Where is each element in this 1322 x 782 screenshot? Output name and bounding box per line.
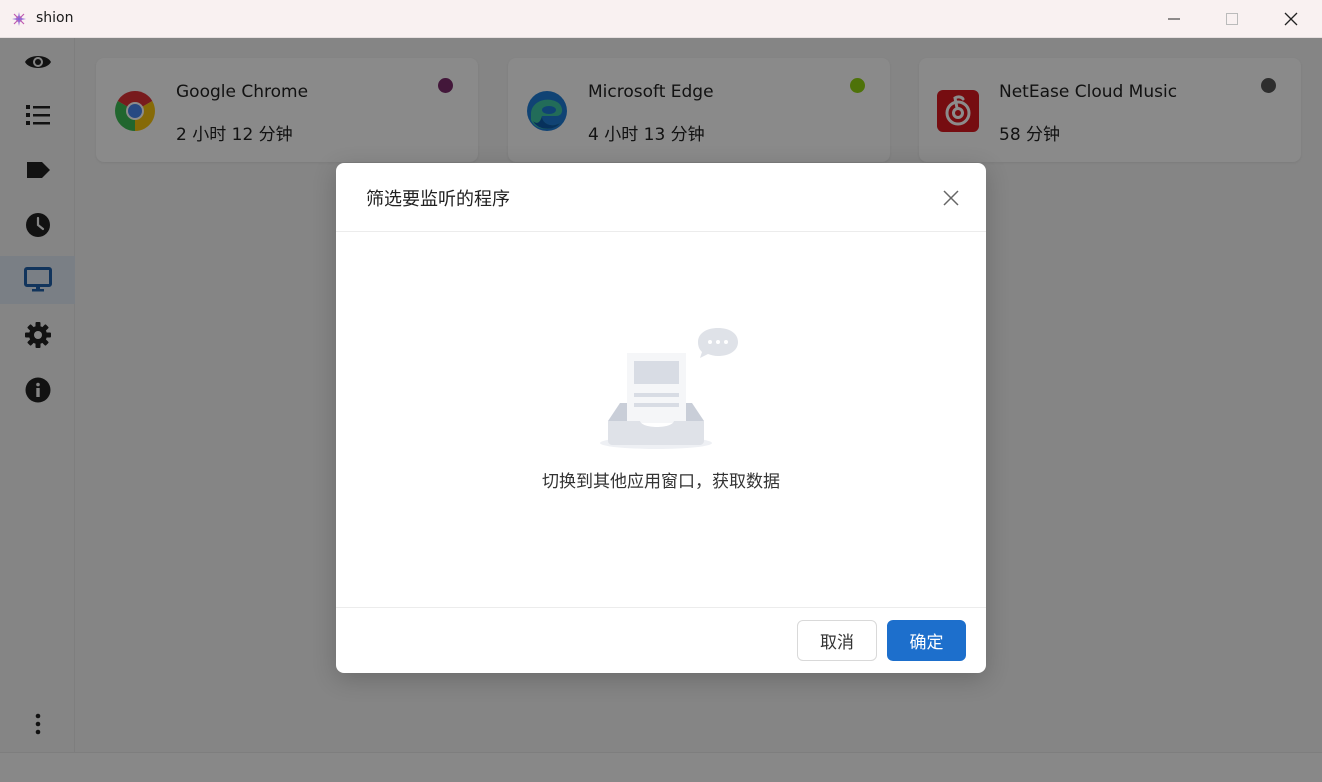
app-title: shion — [36, 10, 74, 26]
app-logo-icon — [12, 12, 26, 26]
close-icon — [943, 190, 959, 206]
confirm-button[interactable]: 确定 — [887, 620, 966, 661]
dialog-title: 筛选要监听的程序 — [366, 189, 510, 210]
cancel-button[interactable]: 取消 — [797, 620, 877, 661]
minimize-icon — [1168, 18, 1180, 20]
dialog-close-button[interactable] — [936, 183, 966, 213]
filter-programs-dialog: 筛选要监听的程序 切换到其他应用窗口，获取数据 取消 确定 — [336, 163, 986, 673]
maximize-icon — [1226, 13, 1238, 25]
maximize-button[interactable] — [1203, 0, 1261, 38]
minimize-button[interactable] — [1145, 0, 1203, 38]
dialog-header: 筛选要监听的程序 — [336, 163, 986, 232]
close-icon — [1284, 12, 1298, 26]
empty-state-message: 切换到其他应用窗口，获取数据 — [542, 472, 780, 492]
close-window-button[interactable] — [1262, 0, 1320, 38]
dialog-footer: 取消 确定 — [336, 607, 986, 673]
empty-inbox-illustration — [600, 328, 738, 449]
title-bar: shion — [0, 0, 1322, 38]
